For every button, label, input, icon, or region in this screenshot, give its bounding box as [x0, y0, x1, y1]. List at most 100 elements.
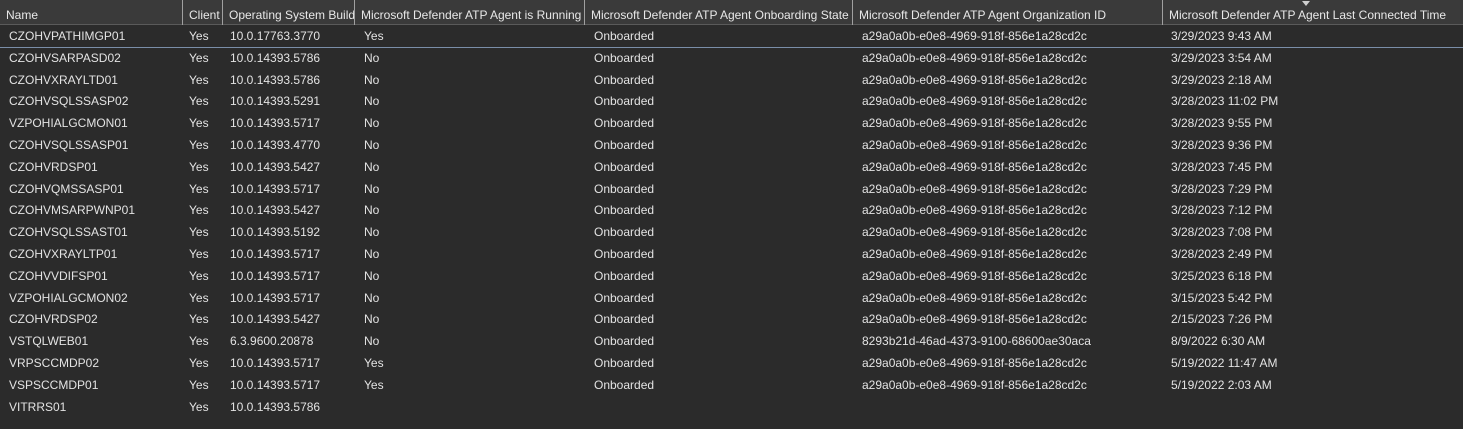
cell-agent-running: Yes	[364, 355, 384, 370]
table-row[interactable]: VZPOHIALGCMON01 Yes 10.0.14393.5717 No Onboa…	[0, 113, 1463, 135]
cell-onboarding-state: Onboarded	[594, 268, 655, 283]
cell-last-connected: 3/25/2023 6:18 PM	[1171, 268, 1273, 283]
cell-agent-running: No	[364, 137, 380, 152]
cell-client: Yes	[189, 29, 209, 43]
cell-name: CZOHVPATHIMGP01	[9, 29, 126, 43]
cell-client: Yes	[189, 399, 209, 414]
cell-organization-id: a29a0a0b-e0e8-4969-918f-856e1a28cd2c	[862, 159, 1087, 174]
cell-last-connected: 3/29/2023 9:43 AM	[1171, 29, 1272, 43]
column-header-os-build[interactable]: Operating System Build	[222, 0, 354, 25]
table-row[interactable]: CZOHVPATHIMGP01 Yes 10.0.17763.3770 Yes Onbo…	[0, 26, 1463, 48]
column-header-row: Name Client Operating System Build Micro…	[0, 0, 1463, 25]
table-row[interactable]: VSPSCCMDP01 Yes 10.0.14393.5717 Yes Onboarde…	[0, 375, 1463, 397]
cell-client: Yes	[189, 268, 209, 283]
cell-last-connected: 3/28/2023 7:08 PM	[1171, 225, 1273, 240]
cell-name: VSPSCCMDP01	[9, 377, 99, 392]
cell-client: Yes	[189, 116, 209, 131]
cell-client: Yes	[189, 94, 209, 109]
cell-organization-id	[862, 397, 1162, 419]
column-header-name[interactable]: Name	[0, 0, 182, 25]
cell-onboarding-state: Onboarded	[594, 29, 655, 43]
cell-agent-running: No	[364, 268, 380, 283]
cell-client: Yes	[189, 355, 209, 370]
cell-organization-id: a29a0a0b-e0e8-4969-918f-856e1a28cd2c	[862, 268, 1087, 283]
cell-client: Yes	[189, 312, 209, 327]
cell-last-connected: 3/28/2023 7:29 PM	[1171, 181, 1273, 196]
cell-last-connected: 3/29/2023 2:18 AM	[1171, 72, 1272, 87]
table-row[interactable]: VSTQLWEB01 Yes 6.3.9600.20878 No Onboarded 82…	[0, 331, 1463, 353]
cell-os-build: 10.0.14393.5291	[230, 94, 321, 109]
table-row[interactable]: CZOHVSQLSSASP01 Yes 10.0.14393.4770 No Onboa…	[0, 135, 1463, 157]
cell-os-build: 10.0.14393.5717	[230, 377, 321, 392]
cell-agent-running: Yes	[364, 377, 384, 392]
cell-name: VZPOHIALGCMON02	[9, 290, 128, 305]
table-row[interactable]: VRPSCCMDP02 Yes 10.0.14393.5717 Yes Onboarde…	[0, 353, 1463, 375]
cell-agent-running: No	[364, 246, 380, 261]
column-header-onboarding-state[interactable]: Microsoft Defender ATP Agent Onboarding …	[584, 0, 852, 25]
cell-onboarding-state: Onboarded	[594, 203, 655, 218]
cell-name: CZOHVQMSSASP01	[9, 181, 124, 196]
cell-agent-running: No	[364, 94, 380, 109]
cell-name: CZOHVSQLSSASP01	[9, 137, 129, 152]
cell-os-build: 10.0.14393.5427	[230, 203, 321, 218]
table-row[interactable]: CZOHVRDSP02 Yes 10.0.14393.5427 No Onboarded…	[0, 309, 1463, 331]
cell-organization-id: a29a0a0b-e0e8-4969-918f-856e1a28cd2c	[862, 377, 1087, 392]
table-row[interactable]: VZPOHIALGCMON02 Yes 10.0.14393.5717 No Onboa…	[0, 288, 1463, 310]
cell-organization-id: a29a0a0b-e0e8-4969-918f-856e1a28cd2c	[862, 312, 1087, 327]
cell-agent-running: Yes	[364, 29, 384, 43]
cell-onboarding-state: Onboarded	[594, 159, 655, 174]
cell-agent-running: No	[364, 290, 380, 305]
cell-client: Yes	[189, 290, 209, 305]
cell-agent-running: No	[364, 312, 380, 327]
table-row[interactable]: CZOHVSQLSSAST01 Yes 10.0.14393.5192 No Onboa…	[0, 222, 1463, 244]
cell-last-connected: 3/28/2023 2:49 PM	[1171, 246, 1273, 261]
cell-organization-id: a29a0a0b-e0e8-4969-918f-856e1a28cd2c	[862, 181, 1087, 196]
cell-organization-id: a29a0a0b-e0e8-4969-918f-856e1a28cd2c	[862, 225, 1087, 240]
table-row[interactable]: CZOHVSARPASD02 Yes 10.0.14393.5786 No Onboar…	[0, 48, 1463, 70]
cell-name: VITRRS01	[9, 399, 67, 414]
sort-descending-icon	[1302, 1, 1310, 6]
cell-organization-id: a29a0a0b-e0e8-4969-918f-856e1a28cd2c	[862, 246, 1087, 261]
cell-agent-running: No	[364, 72, 380, 87]
column-header-last-connected[interactable]: Microsoft Defender ATP Agent Last Connec…	[1162, 0, 1463, 25]
grid-body: CZOHVPATHIMGP01 Yes 10.0.17763.3770 Yes Onbo…	[0, 26, 1463, 418]
cell-last-connected: 8/9/2022 6:30 AM	[1171, 334, 1266, 349]
cell-onboarding-state: Onboarded	[594, 137, 655, 152]
table-row[interactable]: CZOHVVDIFSP01 Yes 10.0.14393.5717 No Onboard…	[0, 266, 1463, 288]
cell-organization-id: a29a0a0b-e0e8-4969-918f-856e1a28cd2c	[862, 72, 1087, 87]
cell-organization-id: a29a0a0b-e0e8-4969-918f-856e1a28cd2c	[862, 137, 1087, 152]
table-row[interactable]: CZOHVXRAYLTD01 Yes 10.0.14393.5786 No Onboar…	[0, 70, 1463, 92]
column-header-organization-id[interactable]: Microsoft Defender ATP Agent Organizatio…	[852, 0, 1162, 25]
cell-last-connected: 5/19/2022 2:03 AM	[1171, 377, 1272, 392]
cell-organization-id: a29a0a0b-e0e8-4969-918f-856e1a28cd2c	[862, 203, 1087, 218]
cell-os-build: 10.0.14393.5717	[230, 246, 321, 261]
table-row[interactable]: CZOHVSQLSSASP02 Yes 10.0.14393.5291 No Onboa…	[0, 91, 1463, 113]
cell-client: Yes	[189, 334, 209, 349]
cell-client: Yes	[189, 50, 209, 65]
cell-last-connected: 3/28/2023 7:12 PM	[1171, 203, 1273, 218]
table-row[interactable]: CZOHVXRAYLTP01 Yes 10.0.14393.5717 No Onboar…	[0, 244, 1463, 266]
cell-os-build: 10.0.14393.5786	[230, 399, 321, 414]
table-row[interactable]: CZOHVMSARPWNP01 Yes 10.0.14393.5427 No Onboa…	[0, 200, 1463, 222]
table-row[interactable]: CZOHVQMSSASP01 Yes 10.0.14393.5717 No Onboar…	[0, 179, 1463, 201]
table-row[interactable]: CZOHVRDSP01 Yes 10.0.14393.5427 No Onboarded…	[0, 157, 1463, 179]
column-header-agent-running[interactable]: Microsoft Defender ATP Agent is Running	[354, 0, 584, 25]
cell-os-build: 10.0.14393.5717	[230, 268, 321, 283]
device-list-grid: Name Client Operating System Build Micro…	[0, 0, 1463, 429]
cell-client: Yes	[189, 159, 209, 174]
cell-last-connected: 3/29/2023 3:54 AM	[1171, 50, 1272, 65]
cell-agent-running: No	[364, 159, 380, 174]
cell-agent-running: No	[364, 116, 380, 131]
cell-onboarding-state: Onboarded	[594, 50, 655, 65]
column-header-client[interactable]: Client	[182, 0, 222, 25]
cell-client: Yes	[189, 225, 209, 240]
cell-client: Yes	[189, 72, 209, 87]
cell-name: CZOHVVDIFSP01	[9, 268, 108, 283]
cell-os-build: 10.0.14393.5717	[230, 355, 321, 370]
cell-agent-running: No	[364, 225, 380, 240]
cell-os-build: 10.0.14393.5427	[230, 159, 321, 174]
cell-os-build: 10.0.14393.5427	[230, 312, 321, 327]
table-row[interactable]: VITRRS01 Yes 10.0.14393.5786	[0, 397, 1463, 419]
cell-onboarding-state: Onboarded	[594, 312, 655, 327]
cell-name: CZOHVXRAYLTD01	[9, 72, 118, 87]
